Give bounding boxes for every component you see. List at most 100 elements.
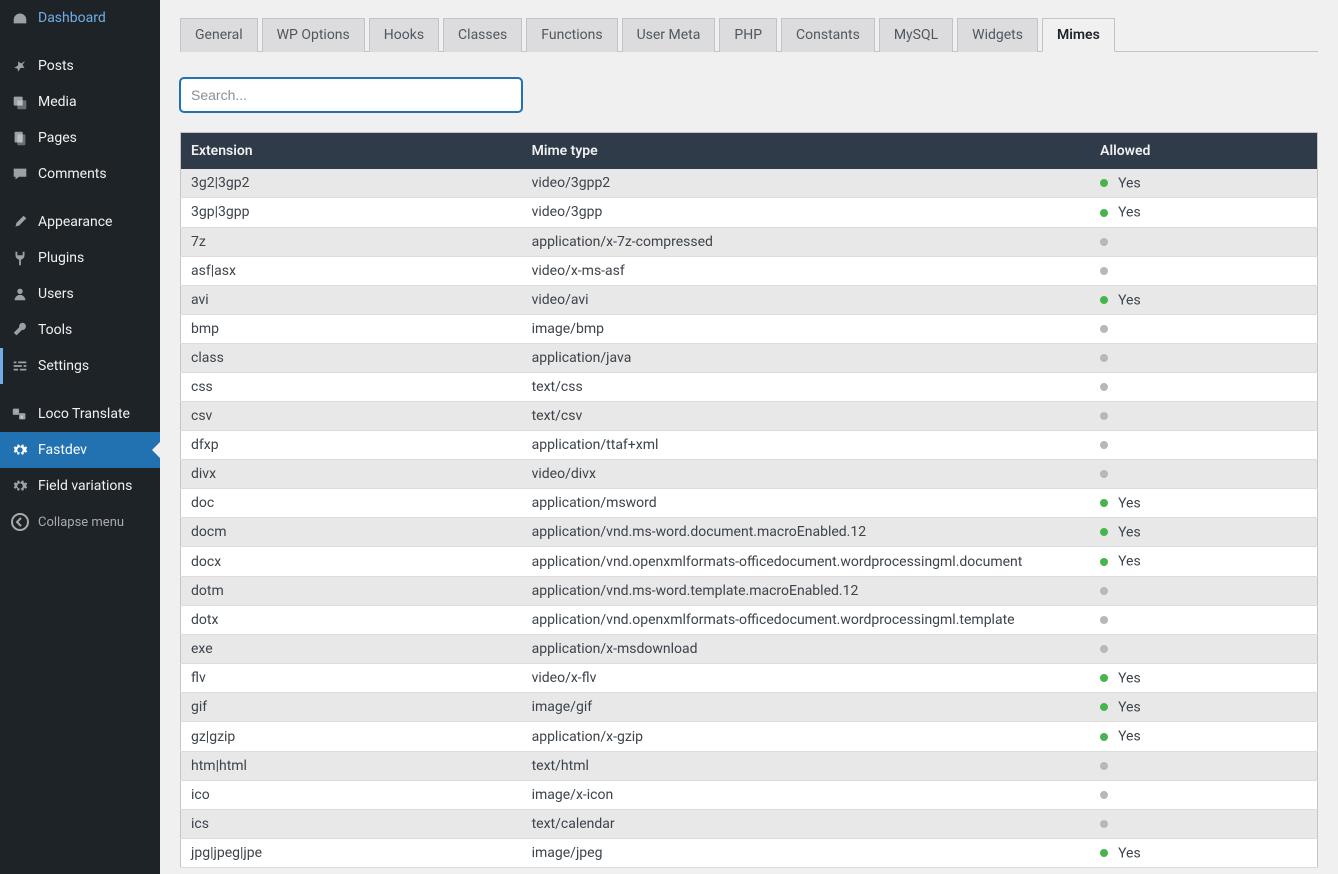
cell-mime: application/vnd.ms-word.document.macroEn…: [522, 518, 1091, 547]
tab-mysql[interactable]: MySQL: [879, 18, 953, 52]
gear-icon: [10, 440, 30, 460]
cell-mime: image/bmp: [522, 314, 1091, 343]
table-row: dotxapplication/vnd.openxmlformats-offic…: [181, 605, 1318, 634]
sidebar-item-label: Loco Translate: [38, 406, 152, 422]
translate-icon: [10, 404, 30, 424]
cell-mime: image/gif: [522, 693, 1091, 722]
cell-allowed: [1090, 430, 1317, 459]
col-extension: Extension: [181, 133, 522, 170]
cell-extension: gz|gzip: [181, 722, 522, 751]
collapse-icon: [10, 512, 30, 532]
table-row: jpg|jpeg|jpeimage/jpegYes: [181, 838, 1318, 867]
search-box: [180, 78, 1318, 112]
cell-extension: class: [181, 343, 522, 372]
cell-extension: css: [181, 372, 522, 401]
cell-allowed: [1090, 227, 1317, 256]
brush-icon: [10, 212, 30, 232]
cell-allowed: Yes: [1090, 722, 1317, 751]
tab-wp-options[interactable]: WP Options: [262, 18, 365, 52]
sidebar-item-dashboard[interactable]: Dashboard: [0, 0, 160, 36]
tab-php[interactable]: PHP: [719, 18, 777, 52]
cell-mime: application/ttaf+xml: [522, 430, 1091, 459]
cell-mime: application/vnd.openxmlformats-officedoc…: [522, 605, 1091, 634]
tab-mimes[interactable]: Mimes: [1042, 18, 1115, 52]
dot-grey-icon: [1100, 762, 1108, 770]
table-row: flvvideo/x-flvYes: [181, 663, 1318, 692]
cell-mime: application/x-7z-compressed: [522, 227, 1091, 256]
cell-allowed: [1090, 314, 1317, 343]
search-input[interactable]: [180, 78, 522, 112]
sidebar-item-plugins[interactable]: Plugins: [0, 240, 160, 276]
cell-extension: 7z: [181, 227, 522, 256]
table-row: docmapplication/vnd.ms-word.document.mac…: [181, 518, 1318, 547]
table-row: csstext/css: [181, 372, 1318, 401]
sidebar-item-media[interactable]: Media: [0, 84, 160, 120]
dot-grey-icon: [1100, 791, 1108, 799]
table-row: csvtext/csv: [181, 401, 1318, 430]
tab-hooks[interactable]: Hooks: [369, 18, 439, 52]
table-row: dotmapplication/vnd.ms-word.template.mac…: [181, 576, 1318, 605]
allowed-yes-label: Yes: [1118, 175, 1141, 191]
tab-widgets[interactable]: Widgets: [957, 18, 1038, 52]
table-row: icstext/calendar: [181, 809, 1318, 838]
dot-green-icon: [1100, 733, 1108, 741]
admin-sidebar: Dashboard Posts Media Pages Comments Appearan…: [0, 0, 160, 874]
sliders-icon: [10, 356, 30, 376]
allowed-yes-label: Yes: [1118, 554, 1141, 570]
dot-green-icon: [1100, 499, 1108, 507]
sidebar-item-fastdev[interactable]: Fastdev: [0, 432, 160, 468]
sidebar-item-label: Comments: [38, 166, 152, 182]
table-row: 7zapplication/x-7z-compressed: [181, 227, 1318, 256]
table-row: 3g2|3gp2video/3gpp2Yes: [181, 169, 1318, 198]
cell-extension: docx: [181, 547, 522, 576]
sidebar-item-label: Posts: [38, 58, 152, 74]
sidebar-item-users[interactable]: Users: [0, 276, 160, 312]
table-row: asf|asxvideo/x-ms-asf: [181, 256, 1318, 285]
sidebar-item-label: Fastdev: [38, 442, 152, 458]
sidebar-item-appearance[interactable]: Appearance: [0, 204, 160, 240]
sidebar-item-label: Tools: [38, 322, 152, 338]
dot-grey-icon: [1100, 325, 1108, 333]
cell-allowed: [1090, 605, 1317, 634]
tab-functions[interactable]: Functions: [526, 18, 617, 52]
dot-green-icon: [1100, 849, 1108, 857]
cell-allowed: Yes: [1090, 285, 1317, 314]
sidebar-item-field-variations[interactable]: Field variations: [0, 468, 160, 504]
allowed-yes-label: Yes: [1118, 495, 1141, 511]
sidebar-item-label: Pages: [38, 130, 152, 146]
sidebar-item-comments[interactable]: Comments: [0, 156, 160, 192]
table-row: avivideo/aviYes: [181, 285, 1318, 314]
table-row: exeapplication/x-msdownload: [181, 634, 1318, 663]
table-row: icoimage/x-icon: [181, 780, 1318, 809]
dot-grey-icon: [1100, 587, 1108, 595]
dot-green-icon: [1100, 179, 1108, 187]
tab-general[interactable]: General: [180, 18, 258, 52]
sidebar-item-tools[interactable]: Tools: [0, 312, 160, 348]
gear-icon: [10, 476, 30, 496]
cell-allowed: Yes: [1090, 663, 1317, 692]
sidebar-item-posts[interactable]: Posts: [0, 48, 160, 84]
cell-mime: text/css: [522, 372, 1091, 401]
cell-mime: application/vnd.openxmlformats-officedoc…: [522, 547, 1091, 576]
cell-allowed: [1090, 576, 1317, 605]
cell-extension: dfxp: [181, 430, 522, 459]
plug-icon: [10, 248, 30, 268]
collapse-menu[interactable]: Collapse menu: [0, 504, 160, 540]
sidebar-item-settings[interactable]: Settings: [0, 348, 160, 384]
dot-grey-icon: [1100, 354, 1108, 362]
sidebar-item-loco-translate[interactable]: Loco Translate: [0, 396, 160, 432]
cell-extension: 3g2|3gp2: [181, 169, 522, 198]
wrench-icon: [10, 320, 30, 340]
cell-allowed: [1090, 256, 1317, 285]
tab-constants[interactable]: Constants: [781, 18, 875, 52]
tab-user-meta[interactable]: User Meta: [622, 18, 716, 52]
cell-allowed: Yes: [1090, 198, 1317, 227]
cell-allowed: Yes: [1090, 547, 1317, 576]
cell-mime: video/3gpp: [522, 198, 1091, 227]
tab-classes[interactable]: Classes: [443, 18, 522, 52]
sidebar-item-label: Media: [38, 94, 152, 110]
table-row: gz|gzipapplication/x-gzipYes: [181, 722, 1318, 751]
sidebar-item-pages[interactable]: Pages: [0, 120, 160, 156]
dot-grey-icon: [1100, 267, 1108, 275]
cell-allowed: [1090, 343, 1317, 372]
